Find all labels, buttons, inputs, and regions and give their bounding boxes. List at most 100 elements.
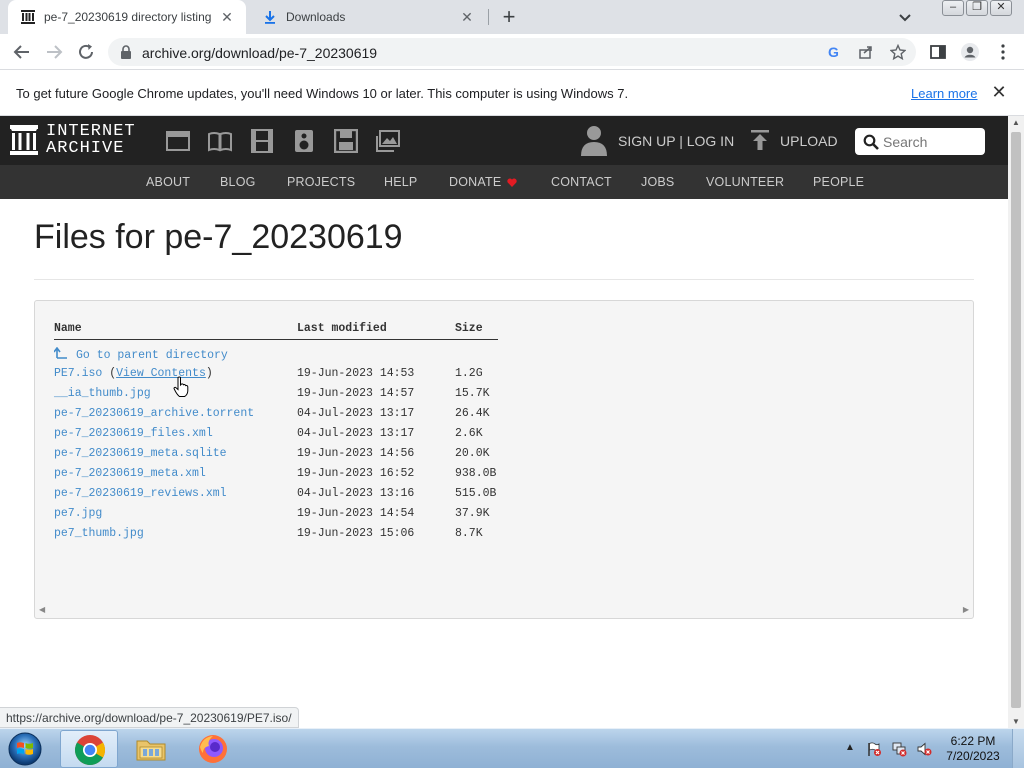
nav-donate[interactable]: DONATE — [449, 175, 518, 189]
chevron-down-icon[interactable] — [896, 8, 914, 26]
tab-title: pe-7_20230619 directory listing — [44, 10, 212, 24]
close-tab-icon[interactable]: ✕ — [458, 8, 476, 26]
file-link[interactable]: pe-7_20230619_meta.xml — [54, 467, 206, 480]
file-link[interactable]: pe-7_20230619_reviews.xml — [54, 487, 227, 500]
images-icon[interactable] — [376, 129, 400, 153]
file-size: 37.9K — [455, 507, 490, 520]
new-tab-icon[interactable]: + — [498, 6, 520, 28]
web-icon[interactable] — [166, 129, 190, 153]
system-clock[interactable]: 6:22 PM 7/20/2023 — [940, 734, 1006, 764]
restore-icon[interactable]: ❐ — [966, 0, 988, 16]
url-text[interactable]: archive.org/download/pe-7_20230619 — [142, 45, 377, 61]
parent-directory-link[interactable]: Go to parent directory — [54, 347, 228, 362]
address-bar[interactable]: archive.org/download/pe-7_20230619 G — [108, 38, 916, 66]
file-date: 19-Jun-2023 16:52 — [297, 467, 415, 480]
column-header-last-modified[interactable]: Last modified — [297, 322, 387, 335]
column-header-size[interactable]: Size — [455, 322, 483, 335]
hand-cursor-icon — [173, 376, 189, 397]
taskbar-chrome[interactable] — [60, 730, 118, 768]
windows-start-icon[interactable] — [4, 731, 46, 767]
bookmark-star-icon[interactable] — [890, 44, 906, 60]
upload-link[interactable]: UPLOAD — [780, 133, 838, 149]
profile-avatar-icon[interactable] — [960, 42, 980, 62]
nav-contact[interactable]: CONTACT — [551, 175, 612, 189]
ia-logo-line1: INTERNET — [46, 122, 136, 141]
action-center-flag-icon[interactable] — [866, 741, 882, 757]
volume-muted-icon[interactable] — [916, 741, 932, 757]
up-arrow-icon — [54, 347, 67, 359]
file-date: 19-Jun-2023 14:53 — [297, 367, 415, 380]
file-link[interactable]: pe7_thumb.jpg — [54, 527, 144, 540]
clock-date: 7/20/2023 — [946, 749, 1000, 763]
forward-arrow-icon[interactable] — [44, 42, 64, 62]
network-icon[interactable] — [891, 741, 907, 757]
nav-volunteer[interactable]: VOLUNTEER — [706, 175, 784, 189]
texts-icon[interactable] — [208, 129, 232, 153]
close-window-icon[interactable]: ✕ — [990, 0, 1012, 16]
tab-directory-listing[interactable]: pe-7_20230619 directory listing ✕ — [8, 0, 246, 34]
scroll-right-arrow-icon[interactable]: ▶ — [963, 605, 969, 614]
close-infobar-icon[interactable]: ✕ — [990, 83, 1008, 101]
taskbar-explorer[interactable] — [122, 730, 180, 768]
internet-archive-icon — [20, 9, 36, 25]
tab-separator — [488, 9, 489, 25]
user-icon[interactable] — [580, 124, 608, 156]
table-row: PE7.iso (View Contents) 19-Jun-2023 14:5… — [54, 367, 514, 387]
file-link[interactable]: pe7.jpg — [54, 507, 102, 520]
menu-kebab-icon[interactable] — [993, 42, 1013, 62]
browser-toolbar: archive.org/download/pe-7_20230619 G — [0, 34, 1024, 70]
upload-icon[interactable] — [750, 129, 770, 151]
nav-people[interactable]: PEOPLE — [813, 175, 864, 189]
link-status-bubble: https://archive.org/download/pe-7_202306… — [0, 707, 299, 728]
ia-search-input[interactable]: Search — [855, 128, 985, 155]
firefox-icon — [199, 735, 227, 763]
file-link[interactable]: pe-7_20230619_archive.torrent — [54, 407, 254, 420]
video-icon[interactable] — [250, 129, 274, 153]
view-contents-link[interactable]: View Contents — [116, 367, 206, 380]
back-arrow-icon[interactable] — [12, 42, 32, 62]
file-size: 938.0B — [455, 467, 497, 480]
file-date: 04-Jul-2023 13:17 — [297, 407, 415, 420]
table-row: pe-7_20230619_reviews.xml 04-Jul-2023 13… — [54, 487, 514, 507]
nav-about[interactable]: ABOUT — [146, 175, 190, 189]
search-placeholder: Search — [883, 134, 928, 150]
ia-logo-text[interactable]: INTERNET ARCHIVE — [46, 123, 136, 157]
scroll-down-arrow-icon[interactable]: ▼ — [1012, 717, 1020, 726]
minimize-icon[interactable]: – — [942, 0, 964, 16]
nav-jobs[interactable]: JOBS — [641, 175, 674, 189]
internet-archive-logo-icon[interactable] — [10, 125, 38, 155]
file-link[interactable]: PE7.iso — [54, 367, 102, 380]
file-link[interactable]: pe-7_20230619_meta.sqlite — [54, 447, 227, 460]
column-header-name[interactable]: Name — [54, 322, 82, 335]
software-icon[interactable] — [334, 129, 358, 153]
page-scrollbar[interactable]: ▲ ▼ — [1008, 116, 1024, 728]
google-translate-icon[interactable]: G — [826, 44, 842, 60]
nav-help[interactable]: HELP — [384, 175, 417, 189]
tab-strip: pe-7_20230619 directory listing ✕ Downlo… — [0, 0, 1024, 34]
file-date: 19-Jun-2023 14:56 — [297, 447, 415, 460]
file-link[interactable]: pe-7_20230619_files.xml — [54, 427, 213, 440]
scroll-up-arrow-icon[interactable]: ▲ — [1012, 118, 1020, 127]
signup-login-link[interactable]: SIGN UP | LOG IN — [618, 133, 734, 149]
reload-icon[interactable] — [76, 42, 96, 62]
scrollbar-thumb[interactable] — [1011, 132, 1021, 708]
file-link[interactable]: __ia_thumb.jpg — [54, 387, 151, 400]
file-date: 19-Jun-2023 14:57 — [297, 387, 415, 400]
parent-directory-label: Go to parent directory — [76, 349, 228, 362]
header-divider — [54, 339, 498, 340]
lock-icon[interactable] — [120, 45, 132, 59]
audio-icon[interactable] — [292, 129, 316, 153]
file-size: 1.2G — [455, 367, 483, 380]
close-tab-icon[interactable]: ✕ — [218, 8, 236, 26]
tab-downloads[interactable]: Downloads ✕ — [250, 0, 486, 34]
show-desktop-button[interactable] — [1012, 729, 1024, 768]
nav-projects[interactable]: PROJECTS — [287, 175, 355, 189]
title-divider — [34, 279, 974, 280]
taskbar-firefox[interactable] — [184, 730, 242, 768]
tray-expand-icon[interactable]: ▲ — [845, 742, 855, 753]
scroll-left-arrow-icon[interactable]: ◀ — [39, 605, 45, 614]
learn-more-link[interactable]: Learn more — [911, 86, 977, 101]
side-panel-icon[interactable] — [928, 42, 948, 62]
share-icon[interactable] — [858, 44, 874, 60]
nav-blog[interactable]: BLOG — [220, 175, 256, 189]
